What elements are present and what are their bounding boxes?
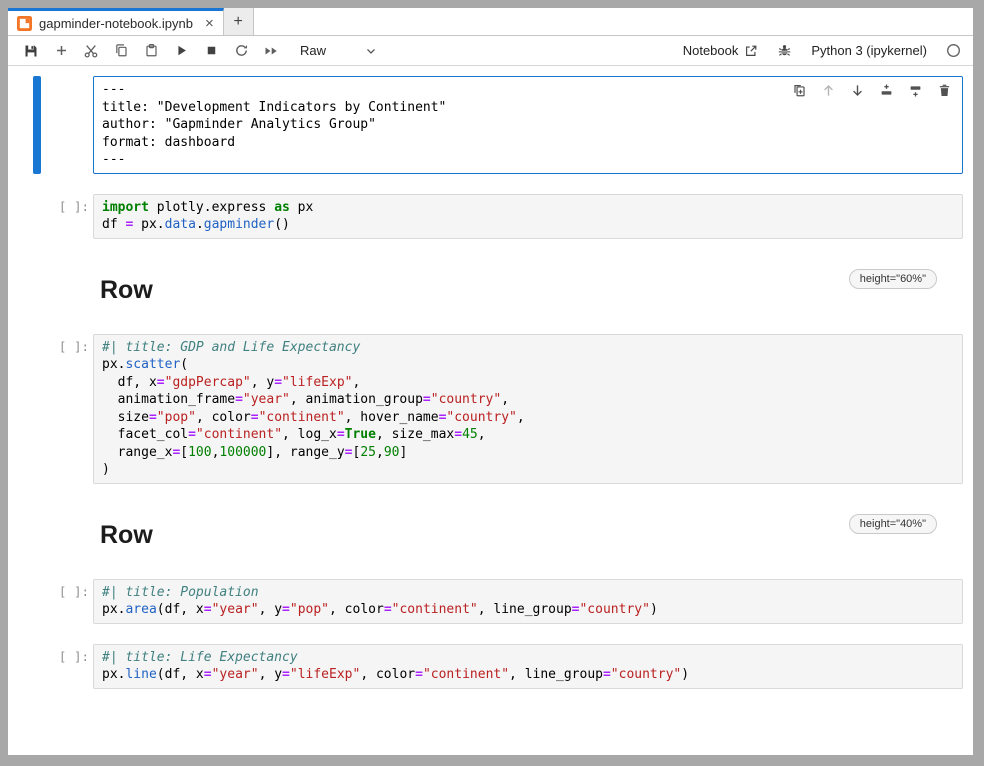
cell-editor[interactable]: #| title: Life Expectancypx.line(df, x="… (93, 644, 963, 689)
bug-icon (777, 43, 792, 58)
run-button[interactable] (166, 38, 196, 64)
tab-title: gapminder-notebook.ipynb (39, 16, 193, 31)
paste-cell-button[interactable] (136, 38, 166, 64)
code-line: --- (102, 151, 954, 169)
cell-collapser[interactable] (33, 194, 41, 239)
cell-editor[interactable]: --- title: "Development Indicators by Con… (93, 76, 963, 174)
move-down-icon (850, 83, 865, 98)
run-icon (174, 43, 189, 58)
kernel-circle-icon (946, 43, 961, 58)
execution-prompt: [ ]: (41, 334, 93, 484)
jupyter-window: gapminder-notebook.ipynb × + Raw Noteboo… (8, 8, 973, 755)
code-line: px.area(df, x="year", y="pop", color="co… (102, 601, 954, 619)
save-icon (23, 43, 39, 59)
insert-cell-below-button[interactable] (907, 82, 923, 98)
code-line: format: dashboard (102, 134, 954, 152)
move-up-icon (821, 83, 836, 98)
cell-collapser[interactable] (33, 334, 41, 484)
code-cell: [ ]:#| title: Life Expectancypx.line(df,… (8, 644, 963, 689)
markdown-cell[interactable]: height="60%"Row (8, 262, 963, 309)
raw-cell: --- title: "Development Indicators by Con… (8, 76, 963, 174)
code-line: #| title: Life Expectancy (102, 649, 954, 667)
add-cell-button[interactable] (46, 38, 76, 64)
cut-cell-button[interactable] (76, 38, 106, 64)
notebook-toolbar: Raw Notebook Python 3 (ipykernel) (8, 36, 973, 66)
insert-below-icon (908, 83, 923, 98)
run-all-button[interactable] (256, 38, 286, 64)
insert-above-icon (879, 83, 894, 98)
kernel-status-indicator (946, 43, 961, 58)
execution-prompt: [ ]: (41, 644, 93, 689)
debugger-button[interactable] (777, 43, 792, 58)
height-badge: height="40%" (849, 514, 937, 534)
code-line: import plotly.express as px (102, 199, 954, 217)
duplicate-icon (792, 83, 807, 98)
insert-cell-above-button[interactable] (878, 82, 894, 98)
code-line: #| title: Population (102, 584, 954, 602)
notebook-cells: --- title: "Development Indicators by Con… (8, 66, 973, 755)
code-line: #| title: GDP and Life Expectancy (102, 339, 954, 357)
delete-cell-button[interactable] (936, 82, 952, 98)
kernel-selector[interactable]: Python 3 (ipykernel) (811, 43, 927, 58)
external-link-icon (744, 44, 758, 58)
save-button[interactable] (16, 38, 46, 64)
tab-gapminder-notebook[interactable]: gapminder-notebook.ipynb × (8, 8, 224, 35)
cell-collapser[interactable] (33, 76, 41, 174)
code-cell: [ ]:#| title: GDP and Life Expectancypx.… (8, 334, 963, 484)
copy-cell-button[interactable] (106, 38, 136, 64)
code-cell: [ ]:import plotly.express as pxdf = px.d… (8, 194, 963, 239)
toolbar-left-group (16, 38, 286, 64)
code-line: title: "Development Indicators by Contin… (102, 99, 954, 117)
code-line: df = px.data.gapminder() (102, 216, 954, 234)
code-line: range_x=[100,100000], range_y=[25,90] (102, 444, 954, 462)
code-line: df, x="gdpPercap", y="lifeExp", (102, 374, 954, 392)
code-line: ) (102, 461, 954, 479)
move-cell-up-button[interactable] (820, 82, 836, 98)
desktop-frame: { "colors": { "accent": "#1976d2", "jupy… (0, 0, 984, 766)
cut-icon (83, 43, 99, 59)
cell-toolbar (791, 82, 952, 98)
tab-close-icon[interactable]: × (200, 16, 214, 31)
code-line: size="pop", color="continent", hover_nam… (102, 409, 954, 427)
paste-icon (144, 43, 159, 58)
cell-collapser[interactable] (33, 579, 41, 624)
duplicate-cell-button[interactable] (791, 82, 807, 98)
chevron-down-icon (364, 44, 378, 58)
execution-prompt (41, 76, 93, 174)
cell-editor[interactable]: #| title: GDP and Life Expectancypx.scat… (93, 334, 963, 484)
toolbar-right-group: Notebook Python 3 (ipykernel) (683, 43, 963, 58)
notebook-view-button[interactable]: Notebook (683, 43, 759, 58)
code-line: facet_col="continent", log_x=True, size_… (102, 426, 954, 444)
section-heading: Row (100, 262, 963, 305)
code-line: px.scatter( (102, 356, 954, 374)
copy-icon (114, 43, 129, 58)
code-line: animation_frame="year", animation_group=… (102, 391, 954, 409)
code-line: author: "Gapminder Analytics Group" (102, 116, 954, 134)
delete-icon (937, 83, 952, 98)
new-tab-button[interactable]: + (224, 8, 254, 35)
execution-prompt: [ ]: (41, 579, 93, 624)
restart-icon (234, 43, 249, 58)
markdown-cell[interactable]: height="40%"Row (8, 507, 963, 554)
code-line: px.line(df, x="year", y="lifeExp", color… (102, 666, 954, 684)
stop-button[interactable] (196, 38, 226, 64)
code-cell: [ ]:#| title: Populationpx.area(df, x="y… (8, 579, 963, 624)
notebook-file-icon (17, 16, 32, 31)
cell-editor[interactable]: #| title: Populationpx.area(df, x="year"… (93, 579, 963, 624)
notebook-view-button-label: Notebook (683, 43, 739, 58)
tab-bar: gapminder-notebook.ipynb × + (8, 8, 973, 36)
kernel-selector-label: Python 3 (ipykernel) (811, 43, 927, 58)
add-cell-icon (54, 43, 69, 58)
execution-prompt: [ ]: (41, 194, 93, 239)
cell-editor[interactable]: import plotly.express as pxdf = px.data.… (93, 194, 963, 239)
cell-type-select[interactable]: Raw (300, 43, 378, 58)
cell-collapser[interactable] (33, 644, 41, 689)
stop-icon (204, 43, 219, 58)
run-all-icon (263, 43, 279, 59)
cell-type-value: Raw (300, 43, 326, 58)
move-cell-down-button[interactable] (849, 82, 865, 98)
height-badge: height="60%" (849, 269, 937, 289)
restart-kernel-button[interactable] (226, 38, 256, 64)
section-heading: Row (100, 507, 963, 550)
